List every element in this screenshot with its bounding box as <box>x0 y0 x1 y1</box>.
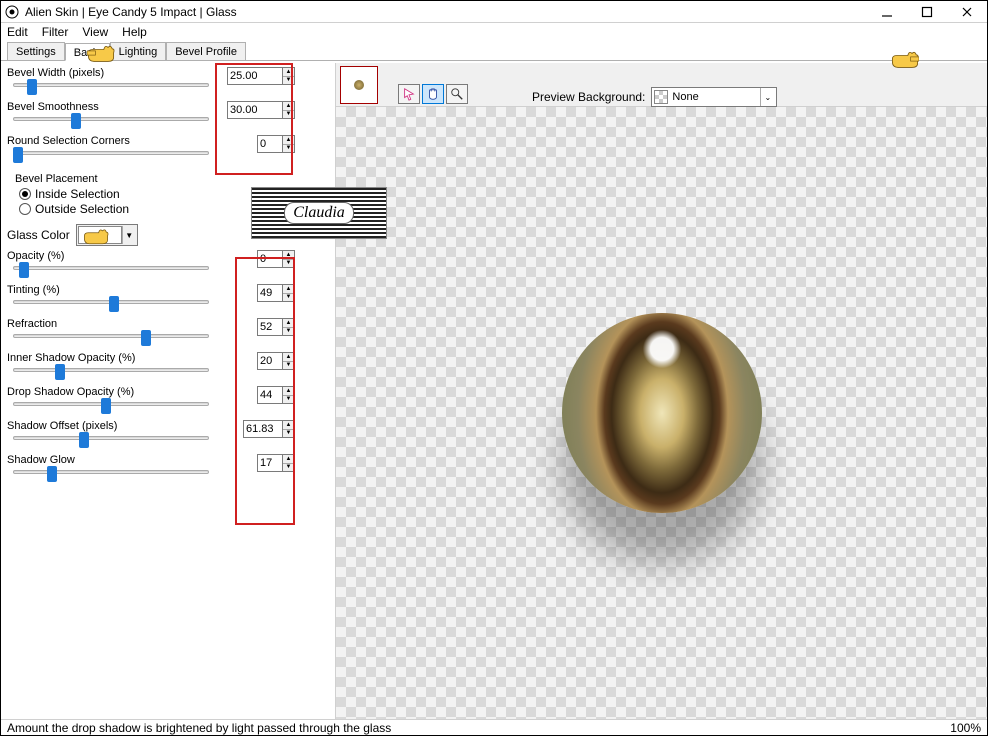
window-title: Alien Skin | Eye Candy 5 Impact | Glass <box>25 5 867 19</box>
preview-thumbnail[interactable] <box>340 66 378 104</box>
input-tinting[interactable] <box>257 284 283 302</box>
input-shadow-glow[interactable] <box>257 454 283 472</box>
preview-canvas[interactable] <box>336 107 987 719</box>
slider-thumb[interactable] <box>13 147 23 163</box>
row-tinting: Tinting (%) ▲▼ <box>7 284 331 314</box>
spinner[interactable]: ▲▼ <box>283 352 295 370</box>
preview-object <box>562 313 762 513</box>
watermark: Claudia <box>251 187 387 239</box>
slider-inner-shadow[interactable] <box>13 368 209 372</box>
status-hint: Amount the drop shadow is brightened by … <box>7 721 391 735</box>
tab-basic[interactable]: Basic <box>65 43 110 61</box>
slider-thumb[interactable] <box>47 466 57 482</box>
glass-color-picker[interactable]: ▼ <box>76 224 138 246</box>
slider-thumb[interactable] <box>19 262 29 278</box>
maximize-button[interactable] <box>907 1 947 22</box>
tool-hand[interactable] <box>422 84 444 104</box>
spinner[interactable]: ▲▼ <box>283 420 295 438</box>
tab-bevel-profile[interactable]: Bevel Profile <box>166 42 246 60</box>
slider-shadow-glow[interactable] <box>13 470 209 474</box>
slider-thumb[interactable] <box>109 296 119 312</box>
row-round-corners: Round Selection Corners ▲▼ <box>7 135 331 165</box>
spinner[interactable]: ▲▼ <box>283 135 295 153</box>
minimize-button[interactable] <box>867 1 907 22</box>
settings-panel: Bevel Width (pixels) ▲▼ Bevel Smoothness… <box>1 63 335 719</box>
color-swatch <box>78 226 122 244</box>
label-preview-bg: Preview Background: <box>532 90 645 104</box>
row-shadow-glow: Shadow Glow ▲▼ <box>7 454 331 484</box>
tool-pointer[interactable] <box>398 84 420 104</box>
spinner[interactable]: ▲▼ <box>283 101 295 119</box>
row-refraction: Refraction ▲▼ <box>7 318 331 348</box>
row-opacity: Opacity (%) ▲▼ <box>7 250 331 280</box>
checker-icon <box>654 90 668 104</box>
slider-bevel-smoothness[interactable] <box>13 117 209 121</box>
slider-shadow-offset[interactable] <box>13 436 209 440</box>
input-drop-shadow[interactable] <box>257 386 283 404</box>
chevron-down-icon[interactable]: ▼ <box>122 226 136 244</box>
row-bevel-width: Bevel Width (pixels) ▲▼ <box>7 67 331 97</box>
chevron-down-icon[interactable]: ⌄ <box>760 88 774 106</box>
input-round-corners[interactable] <box>257 135 283 153</box>
slider-thumb[interactable] <box>27 79 37 95</box>
spinner[interactable]: ▲▼ <box>283 284 295 302</box>
menu-edit[interactable]: Edit <box>7 25 28 39</box>
slider-bevel-width[interactable] <box>13 83 209 87</box>
row-bevel-smoothness: Bevel Smoothness ▲▼ <box>7 101 331 131</box>
slider-thumb[interactable] <box>79 432 89 448</box>
input-opacity[interactable] <box>257 250 283 268</box>
input-bevel-width[interactable] <box>227 67 283 85</box>
spinner[interactable]: ▲▼ <box>283 67 295 85</box>
app-icon <box>5 5 19 19</box>
spinner[interactable]: ▲▼ <box>283 386 295 404</box>
status-zoom: 100% <box>950 721 981 735</box>
slider-thumb[interactable] <box>101 398 111 414</box>
label-bevel-placement: Bevel Placement <box>15 173 331 185</box>
menu-filter[interactable]: Filter <box>42 25 69 39</box>
tool-zoom[interactable] <box>446 84 468 104</box>
slider-thumb[interactable] <box>55 364 65 380</box>
menu-bar: Edit Filter View Help <box>1 23 987 41</box>
preview-bg-select[interactable]: None ⌄ <box>651 87 777 107</box>
slider-thumb[interactable] <box>141 330 151 346</box>
title-bar: Alien Skin | Eye Candy 5 Impact | Glass <box>1 1 987 23</box>
spinner[interactable]: ▲▼ <box>283 318 295 336</box>
input-shadow-offset[interactable] <box>243 420 283 438</box>
menu-help[interactable]: Help <box>122 25 147 39</box>
preview-panel: OK Cancel Preview Background: None ⌄ <box>335 63 987 719</box>
menu-view[interactable]: View <box>82 25 108 39</box>
row-shadow-offset: Shadow Offset (pixels) ▲▼ <box>7 420 331 450</box>
tab-settings[interactable]: Settings <box>7 42 65 60</box>
close-button[interactable] <box>947 1 987 22</box>
status-bar: Amount the drop shadow is brightened by … <box>1 719 987 735</box>
slider-drop-shadow[interactable] <box>13 402 209 406</box>
row-inner-shadow: Inner Shadow Opacity (%) ▲▼ <box>7 352 331 382</box>
slider-opacity[interactable] <box>13 266 209 270</box>
label-glass-color: Glass Color <box>7 228 70 242</box>
row-drop-shadow: Drop Shadow Opacity (%) ▲▼ <box>7 386 331 416</box>
slider-round-corners[interactable] <box>13 151 209 155</box>
slider-thumb[interactable] <box>71 113 81 129</box>
thumbnail-strip: Preview Background: None ⌄ <box>336 63 987 107</box>
tab-bar: Settings Basic Lighting Bevel Profile <box>1 41 987 61</box>
input-refraction[interactable] <box>257 318 283 336</box>
input-inner-shadow[interactable] <box>257 352 283 370</box>
slider-refraction[interactable] <box>13 334 209 338</box>
tab-lighting[interactable]: Lighting <box>110 42 167 60</box>
spinner[interactable]: ▲▼ <box>283 250 295 268</box>
input-bevel-smoothness[interactable] <box>227 101 283 119</box>
spinner[interactable]: ▲▼ <box>283 454 295 472</box>
